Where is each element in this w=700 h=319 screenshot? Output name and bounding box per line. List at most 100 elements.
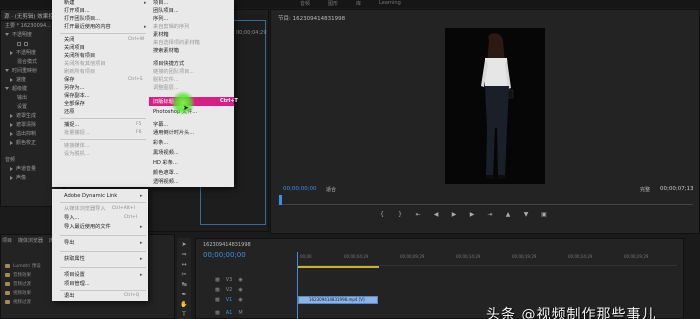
menu-item-bin[interactable]: 素材箱 [153,32,169,38]
export-frame-icon[interactable]: ▣ [540,210,548,218]
eye-icon[interactable]: ◉ [238,277,242,283]
tab-media-browser[interactable]: 媒体浏览器 [18,237,43,244]
program-time-ruler[interactable] [278,195,693,205]
ripple-edit-icon[interactable]: ↔ [180,261,188,268]
menu-item-project-settings[interactable]: 项目设置 [64,272,85,278]
video-clip[interactable]: 1623094148319​98.mp4 [V] [298,296,378,304]
mute-icon[interactable]: M [238,310,242,316]
razor-tool-icon[interactable]: ✂ [180,271,188,278]
tab-project[interactable]: 项目 [2,237,12,244]
sequence-tab[interactable]: 1623094148319​98 [203,242,251,248]
menu-item-transparent-video[interactable]: 透明视频... [153,179,179,185]
go-to-in-icon[interactable]: ⇤ [414,210,422,218]
program-timecode-current[interactable]: 00;00;00;00 [283,186,317,192]
menu-item-close[interactable]: 关闭 [64,37,74,43]
step-back-icon[interactable]: ◀ [432,210,440,218]
expand-icon[interactable] [10,166,13,171]
step-forward-icon[interactable]: ▶ [468,210,476,218]
workspace-tab-audio[interactable]: 音频 [300,0,310,7]
expand-icon[interactable] [5,33,9,36]
zoom-fit-select[interactable]: 适合 [326,186,336,193]
menu-item-save-as[interactable]: 另存为... [64,85,85,91]
list-item[interactable]: 音频过渡 [5,281,31,287]
expand-icon[interactable] [5,69,9,72]
menu-item-project-manager[interactable]: 项目管理... [64,281,90,287]
menu-item-exit[interactable]: 退出 [64,293,74,299]
menu-item-dynamic-link[interactable]: Adobe Dynamic Link [64,193,117,199]
menu-item-export[interactable]: 导出 [64,240,74,246]
menu-item-open-team-project[interactable]: 打开团队项目... [64,16,100,22]
list-item[interactable]: 音频效果 [5,272,31,278]
track-header[interactable]: ▩ V3 ◉ [215,276,295,284]
track-header[interactable]: ▩ A1 M [215,309,295,317]
work-area-bar[interactable] [297,266,379,268]
lock-icon[interactable]: ▩ [215,310,220,316]
menu-item-team-project[interactable]: 团队项目... [153,8,179,14]
expand-icon[interactable] [10,122,13,127]
program-monitor-title[interactable]: 节目: 1623094148319​98 [278,14,345,22]
track-select-icon[interactable]: ⇒ [180,251,188,258]
menu-item-project-shortcut[interactable]: 项目快捷方式 [153,61,184,67]
program-playhead[interactable] [279,195,282,205]
play-icon[interactable]: ▶ [450,210,458,218]
go-to-out-icon[interactable]: ⇥ [486,210,494,218]
menu-item-hd-bars[interactable]: HD 彩条... [153,160,178,166]
lock-icon[interactable]: ▩ [215,277,220,283]
mark-out-icon[interactable]: } [396,210,404,218]
menu-item-search-bin[interactable]: 搜索素材箱 [153,48,179,54]
list-item[interactable]: 视频效果 [5,290,31,296]
expand-icon[interactable] [10,131,13,136]
type-tool-icon[interactable]: T [180,311,188,318]
expand-icon[interactable] [10,113,13,118]
menu-item-color-matte[interactable]: 颜色遮罩... [153,170,179,176]
workspace-tab-graphics[interactable]: 图形 [328,0,338,7]
menu-item-bars-and-tone[interactable]: 彩条... [153,140,168,146]
mask-shape-icon[interactable] [17,41,21,46]
menu-item-save[interactable]: 保存 [64,77,74,83]
menu-item-open-recent[interactable]: 打开最近使用的内容 [64,24,111,30]
expand-icon[interactable] [10,175,13,180]
menu-item-new[interactable]: 新建 [64,0,74,6]
expand-icon[interactable] [10,77,13,82]
eye-icon[interactable]: ◉ [238,297,242,303]
workspace-tab-library[interactable]: 库 [356,0,361,7]
timeline-timecode[interactable]: 00;00;00;00 [203,251,246,259]
menu-item-import[interactable]: 导入... [64,215,79,221]
timeline-playhead[interactable] [297,252,298,319]
menu-item-sequence[interactable]: 序列... [153,16,168,22]
list-item[interactable]: Lumetri 预设 [5,263,41,269]
expand-icon[interactable] [5,87,9,90]
selection-tool-icon[interactable]: ➤ [180,241,188,248]
track-header[interactable]: ▩ V2 ◉ [215,286,295,294]
menu-item-capture[interactable]: 捕捉... [64,122,79,128]
lock-icon[interactable]: ▩ [215,297,220,303]
expand-icon[interactable] [10,50,13,55]
list-item[interactable]: 视频过渡 [5,299,31,305]
mark-in-icon[interactable]: { [378,210,386,218]
pen-tool-icon[interactable]: ✒ [180,291,188,298]
slip-tool-icon[interactable]: ↹ [180,281,188,288]
mask-shape-icon[interactable] [24,41,28,46]
resolution-select[interactable]: 完整 [640,186,650,193]
menu-item-close-project[interactable]: 关闭项目 [64,45,85,51]
menu-item-open-project[interactable]: 打开项目... [64,8,90,14]
menu-item-get-properties[interactable]: 获取属性 [64,256,85,262]
lift-icon[interactable]: ▲ [504,210,512,218]
menu-item-close-all-projects[interactable]: 关闭所有项目 [64,53,95,59]
menu-item-import-recent[interactable]: 导入最近使用的文件 [64,224,111,230]
extract-icon[interactable]: ▼ [522,210,530,218]
eye-icon[interactable]: ◉ [238,287,242,293]
menu-item-revert[interactable]: 还原 [64,109,74,115]
expand-icon[interactable] [10,140,13,145]
workspace-tab-learning[interactable]: Learning [379,0,401,7]
track-header[interactable]: ▩ V1 ◉ [215,296,295,304]
lock-icon[interactable]: ▩ [215,287,220,293]
menu-item-save-copy[interactable]: 保存副本... [64,93,90,99]
shortcut: Ctrl+W [128,37,145,42]
menu-item-countdown-leader[interactable]: 通用倒计时片头... [153,130,194,136]
menu-item-save-all[interactable]: 全部保存 [64,101,85,107]
hand-tool-icon[interactable]: ✋ [180,301,188,308]
menu-item-captions[interactable]: 字幕... [153,122,168,128]
menu-item-black-video[interactable]: 黑场视频... [153,150,179,156]
menu-item-project[interactable]: 项目... [153,0,168,6]
